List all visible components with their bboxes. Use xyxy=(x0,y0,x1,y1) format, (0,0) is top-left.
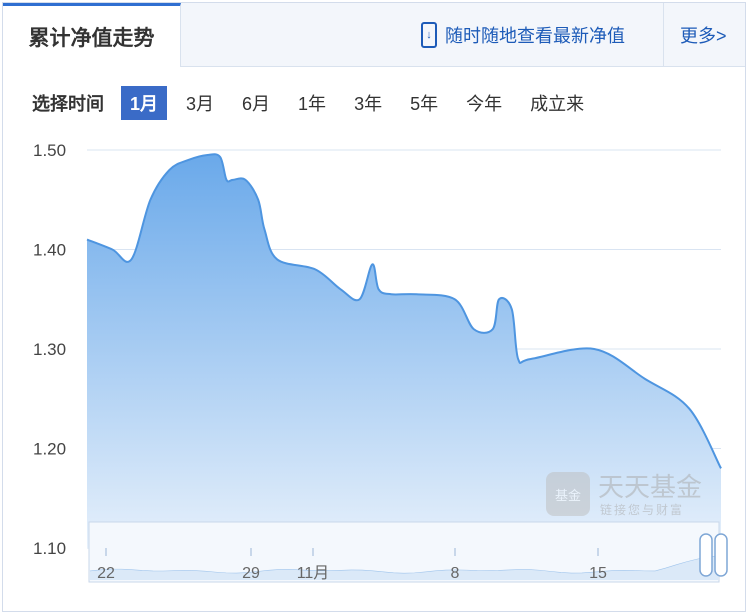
navigator-tick-label: 22 xyxy=(97,565,115,582)
watermark-badge: 基金 xyxy=(555,488,581,503)
navigator-tick-label: 11月 xyxy=(297,565,330,582)
navigator-tick-label: 8 xyxy=(451,565,460,582)
navigator-tick-label: 15 xyxy=(589,565,607,582)
y-tick-label: 1.50 xyxy=(33,141,66,160)
navigator-tick-label: 29 xyxy=(242,565,260,582)
y-tick-label: 1.10 xyxy=(33,539,66,558)
range-navigator[interactable]: 22 29 11月 8 15 xyxy=(88,521,728,583)
y-tick-label: 1.20 xyxy=(33,440,66,459)
watermark-name: 天天基金 xyxy=(598,472,702,502)
y-axis-labels: 1.50 1.40 1.30 1.20 1.10 xyxy=(33,141,66,558)
navigator-handle-left[interactable] xyxy=(699,533,713,577)
y-tick-label: 1.40 xyxy=(33,241,66,260)
watermark-slogan: 链接您与财富 xyxy=(600,502,684,517)
nav-area-chart: 1.50 1.40 1.30 1.20 1.10 基金 天天基金 链接您与财富 22 29… xyxy=(33,141,728,583)
y-tick-label: 1.30 xyxy=(33,340,66,359)
watermark: 基金 天天基金 链接您与财富 xyxy=(546,472,702,517)
navigator-handle-right[interactable] xyxy=(714,533,728,577)
